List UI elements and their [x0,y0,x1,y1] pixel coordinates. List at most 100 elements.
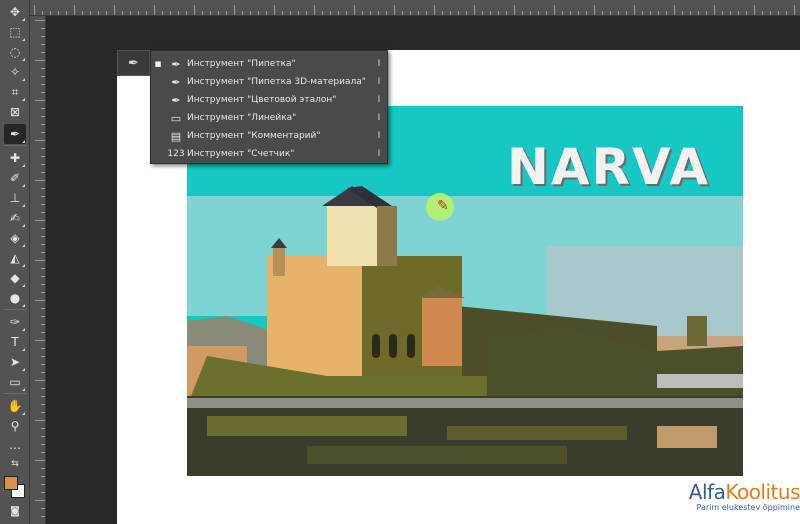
ruler-tick [41,156,45,157]
ruler-tick [626,11,627,15]
ruler-tick [35,380,45,381]
ruler-tick [35,20,45,21]
lasso-tool-icon[interactable]: ◌ [4,42,26,62]
ruler-tick [41,388,45,389]
ruler-tick [41,76,45,77]
ruler-tick [35,420,45,421]
ruler-tick [146,11,147,15]
frame-tool-icon[interactable]: ⊠ [4,102,26,122]
ruler-tick [41,364,45,365]
ruler-tick [106,11,107,15]
ruler-tick [242,11,243,15]
color-sampler-icon: ✒ [171,93,181,107]
eyedropper-tool-icon[interactable]: ✒ [4,124,26,144]
ruler-tick [41,452,45,453]
eyedropper-cursor-icon: ✎ [437,198,449,214]
ruler-tick [138,11,139,15]
ruler-tick [610,11,611,15]
brush-tool-icon[interactable]: ✐ [4,168,26,188]
ruler-tick [42,11,43,15]
ruler-tick [41,284,45,285]
ruler-tick [130,11,131,15]
marquee-tool-icon[interactable]: ⬚ [4,22,26,42]
horizontal-ruler[interactable] [30,0,800,16]
ruler-tick [730,11,731,15]
ruler-tick [58,11,59,15]
ruler-tick [34,5,35,15]
ruler-tick [41,348,45,349]
gradient-tool-icon[interactable]: ◭ [4,248,26,268]
flyout-item-color-sampler[interactable]: ✒ Инструмент "Цветовой эталон" I [151,91,387,109]
ruler-tick [266,11,267,15]
clone-stamp-tool-icon[interactable]: ⊥ [4,188,26,208]
eyedropper-tool-flyout: ■ ✒ Инструмент "Пипетка" I ✒ Инструмент … [150,50,388,164]
move-tool-icon[interactable]: ✥ [4,2,26,22]
ruler-tick [538,11,539,15]
eraser-tool-icon[interactable]: ◈ [4,228,26,248]
rectangle-tool-icon[interactable]: ▭ [4,372,26,392]
ruler-tick [41,148,45,149]
ruler-tick [41,228,45,229]
ruler-tick [74,5,75,15]
ruler-tick [738,11,739,15]
ruler-tick [474,5,475,15]
ruler-tick [178,11,179,15]
flyout-item-label: Инструмент "Пипетка 3D-материала" [187,77,366,87]
path-selection-tool-icon[interactable]: ➤ [4,352,26,372]
ruler-tick [354,5,355,15]
ruler-tick [35,140,45,141]
ruler-tick [578,11,579,15]
pen-tool-icon[interactable]: ✑ [4,312,26,332]
ruler-tick [674,5,675,15]
ruler-tick [690,11,691,15]
ruler-tick [35,260,45,261]
flyout-item-note[interactable]: ▤ Инструмент "Комментарий" I [151,127,387,145]
ruler-tick [442,11,443,15]
flyout-item-ruler[interactable]: ▭ Инструмент "Линейка" I [151,109,387,127]
dodge-tool-icon[interactable]: ● [4,288,26,308]
more-tools-icon[interactable]: ⋯ [4,438,26,458]
ruler-tick [41,316,45,317]
flyout-item-label: Инструмент "Комментарий" [187,131,321,141]
quick-selection-tool-icon[interactable]: ✧ [4,62,26,82]
swap-colors-icon[interactable]: ⇆ [4,457,26,471]
flyout-item-3d-eyedropper[interactable]: ✒ Инструмент "Пипетка 3D-материала" I [151,73,387,91]
crop-tool-icon[interactable]: ⌗ [4,82,26,102]
flyout-item-eyedropper[interactable]: ■ ✒ Инструмент "Пипетка" I [151,55,387,73]
ruler-tick [41,292,45,293]
type-tool-icon[interactable]: T [4,332,26,352]
ruler-tick [418,11,419,15]
logo-tagline: Parim elukestev õppimine [696,503,800,512]
ruler-tick [41,476,45,477]
ruler-tick [41,252,45,253]
ruler-tick [530,11,531,15]
ruler-tick [41,92,45,93]
ruler-tick [226,11,227,15]
ruler-tick [410,11,411,15]
ruler-tick [466,11,467,15]
foreground-color-swatch[interactable] [4,476,18,490]
ruler-tick [41,308,45,309]
ruler-tick [250,11,251,15]
ruler-tick [162,11,163,15]
ruler-tick [314,5,315,15]
narva-title-text: NARVA [507,138,711,196]
history-brush-tool-icon[interactable]: ✍ [4,208,26,228]
ruler-tick [434,5,435,15]
zoom-tool-icon[interactable]: ⚲ [4,416,26,436]
ruler-tick [458,11,459,15]
ruler-tick [66,11,67,15]
ruler-tick [746,11,747,15]
ruler-tick [41,276,45,277]
ruler-tick [41,244,45,245]
ruler-tick [41,508,45,509]
tool-preset-eyedropper-icon[interactable]: ✒ [117,50,150,76]
vertical-ruler[interactable] [30,16,46,524]
quick-mask-icon[interactable]: ◙ [4,502,26,522]
hand-tool-icon[interactable]: ✋ [4,396,26,416]
flyout-item-count[interactable]: 123 Инструмент "Счетчик" I [151,145,387,163]
ruler-tick [594,5,595,15]
spot-healing-tool-icon[interactable]: ✚ [4,148,26,168]
toolbar-divider [4,309,26,310]
blur-tool-icon[interactable]: ◆ [4,268,26,288]
